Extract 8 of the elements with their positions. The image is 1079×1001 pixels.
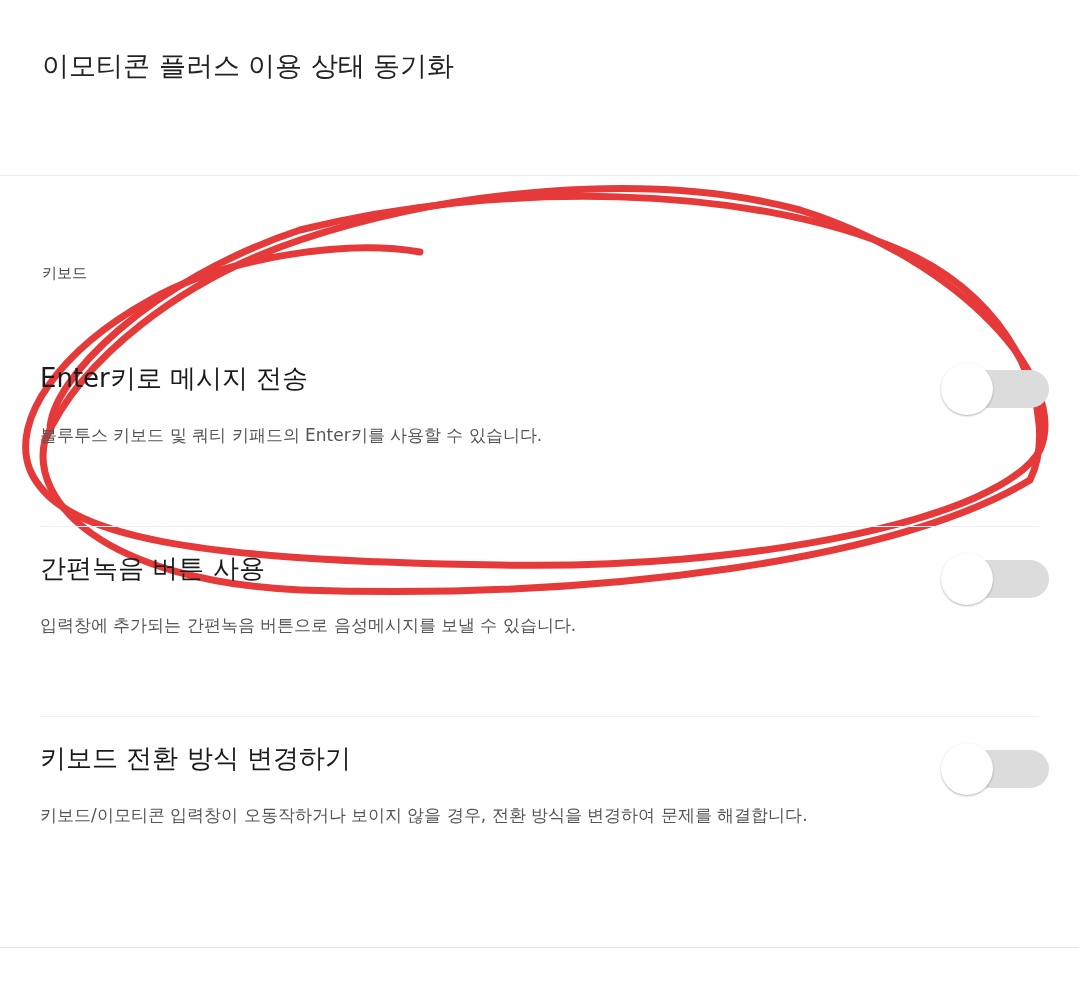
setting-description: 입력창에 추가되는 간편녹음 버튼으로 음성메시지를 보낼 수 있습니다. xyxy=(40,614,577,637)
setting-title[interactable]: 이모티콘 플러스 이용 상태 동기화 xyxy=(42,50,455,81)
toggle-switch[interactable] xyxy=(939,741,1051,797)
section-label: 키보드 xyxy=(42,264,88,283)
toggle-switch[interactable] xyxy=(939,551,1051,607)
toggle-switch[interactable] xyxy=(939,361,1051,417)
setting-title: 키보드 전환 방식 변경하기 xyxy=(40,742,352,775)
setting-description: 키보드/이모티콘 입력창이 오동작하거나 보이지 않을 경우, 전환 방식을 변경하여 문제를 해결합니다. xyxy=(40,804,808,827)
